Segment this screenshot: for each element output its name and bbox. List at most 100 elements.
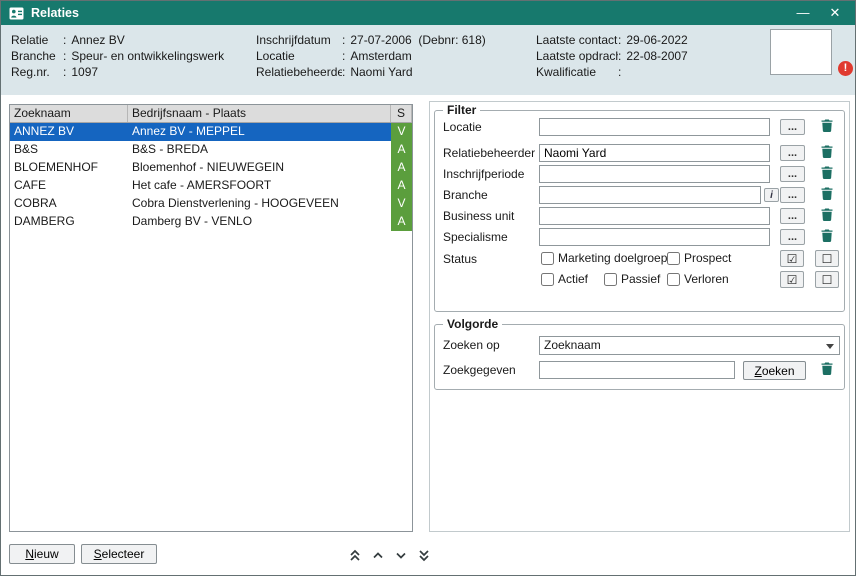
inschrijfperiode-clear-button[interactable] — [816, 166, 838, 182]
filter-row-specialisme: Specialisme ... — [435, 228, 844, 247]
volgorde-group-title: Volgorde — [443, 317, 502, 332]
marketing-doelgroep-option: Marketing doelgroep — [541, 251, 667, 265]
field-label: Laatste contact — [536, 32, 618, 48]
zoekgegeven-clear-button[interactable] — [816, 362, 838, 378]
prospect-option: Prospect — [667, 251, 731, 265]
header-column-middle: Inschrijfdatum:27-07-2006 (Debnr: 618) L… — [256, 32, 486, 80]
inschrijfperiode-lookup-button[interactable]: ... — [780, 166, 805, 182]
table-row[interactable]: DAMBERG Damberg BV - VENLO A — [10, 213, 412, 231]
status-uncheck-all-button[interactable]: ☐ — [815, 250, 839, 267]
verloren-option: Verloren — [667, 272, 729, 286]
field-separator: : — [618, 32, 626, 48]
table-row[interactable]: ANNEZ BV Annez BV - MEPPEL V — [10, 123, 412, 141]
business-unit-lookup-button[interactable]: ... — [780, 208, 805, 224]
specialisme-label: Specialisme — [443, 230, 508, 244]
passief-checkbox[interactable] — [604, 273, 617, 286]
zoeken-button[interactable]: Zoeken — [743, 361, 806, 380]
prospect-checkbox[interactable] — [667, 252, 680, 265]
inschrijfperiode-input[interactable] — [539, 165, 770, 183]
cell-zoeknaam: B&S — [10, 141, 128, 159]
field-label: Relatie — [11, 32, 63, 48]
cell-zoeknaam: CAFE — [10, 177, 128, 195]
branche-label: Branche — [443, 188, 488, 202]
status2-check-all-button[interactable]: ☑ — [780, 271, 804, 288]
close-button[interactable]: ✕ — [825, 1, 845, 25]
specialisme-clear-button[interactable] — [816, 229, 838, 245]
status2-uncheck-all-button[interactable]: ☐ — [815, 271, 839, 288]
table-row[interactable]: B&S B&S - BREDA A — [10, 141, 412, 159]
table-header-row: Zoeknaam Bedrijfsnaam - Plaats S — [10, 105, 412, 123]
col-zoeknaam[interactable]: Zoeknaam — [10, 105, 128, 122]
scroll-down-button[interactable] — [393, 547, 409, 566]
status-badge: A — [391, 141, 412, 159]
field-separator: : — [342, 64, 350, 80]
cell-bedrijfsnaam: Het cafe - AMERSFOORT — [128, 177, 391, 195]
relatiebeheerder-label: Relatiebeheerder — [443, 146, 535, 160]
double-chevron-up-icon — [348, 548, 362, 565]
business-unit-input[interactable] — [539, 207, 770, 225]
col-status[interactable]: S — [391, 105, 412, 122]
trash-icon — [821, 119, 833, 135]
relatiebeheerder-lookup-button[interactable]: ... — [780, 145, 805, 161]
business-unit-clear-button[interactable] — [816, 208, 838, 224]
alert-icon: ! — [838, 61, 853, 76]
locatie-input[interactable] — [539, 118, 770, 136]
marketing-doelgroep-checkbox[interactable] — [541, 252, 554, 265]
cell-zoeknaam: COBRA — [10, 195, 128, 213]
field-value: Naomi Yard — [350, 64, 412, 80]
branche-clear-button[interactable] — [816, 187, 838, 203]
specialisme-input[interactable] — [539, 228, 770, 246]
status-check-all-button[interactable]: ☑ — [780, 250, 804, 267]
header-info: Relatie:Annez BV Branche:Speur- en ontwi… — [1, 25, 855, 95]
filter-row-branche: Branche i ... — [435, 186, 844, 205]
field-label: Relatiebeheerde — [256, 64, 342, 80]
branche-input[interactable] — [539, 186, 761, 204]
passief-label: Passief — [621, 272, 660, 286]
scroll-up-button[interactable] — [370, 547, 386, 566]
minimize-button[interactable]: — — [793, 1, 813, 25]
nieuw-button[interactable]: Nieuw — [9, 544, 75, 564]
field-value: 29-06-2022 — [626, 32, 687, 48]
zoekgegeven-input[interactable] — [539, 361, 735, 379]
chevron-up-icon — [371, 548, 385, 565]
cell-bedrijfsnaam: Damberg BV - VENLO — [128, 213, 391, 231]
filter-panel: Filter Locatie ... Relatiebeheerder ... … — [429, 101, 850, 532]
table-row[interactable]: COBRA Cobra Dienstverlening - HOOGEVEEN … — [10, 195, 412, 213]
field-value: Speur- en ontwikkelingswerk — [71, 48, 224, 64]
actief-checkbox[interactable] — [541, 273, 554, 286]
relations-table: Zoeknaam Bedrijfsnaam - Plaats S ANNEZ B… — [9, 104, 413, 532]
field-value: 22-08-2007 — [626, 48, 687, 64]
filter-row-locatie: Locatie ... — [435, 118, 844, 137]
table-row[interactable]: CAFE Het cafe - AMERSFOORT A — [10, 177, 412, 195]
scroll-to-top-button[interactable] — [347, 547, 363, 566]
relatiebeheerder-clear-button[interactable] — [816, 145, 838, 161]
col-bedrijfsnaam[interactable]: Bedrijfsnaam - Plaats — [128, 105, 391, 122]
trash-icon — [821, 229, 833, 245]
status-badge: A — [391, 177, 412, 195]
field-separator: : — [63, 32, 71, 48]
zoeken-op-value: Zoeknaam — [544, 338, 601, 352]
actief-option: Actief — [541, 272, 588, 286]
business-unit-label: Business unit — [443, 209, 514, 223]
actief-label: Actief — [558, 272, 588, 286]
field-value: 27-07-2006 (Debnr: 618) — [350, 32, 485, 48]
specialisme-lookup-button[interactable]: ... — [780, 229, 805, 245]
branche-info-button[interactable]: i — [764, 188, 779, 202]
scroll-to-bottom-button[interactable] — [416, 547, 432, 566]
locatie-lookup-button[interactable]: ... — [780, 119, 805, 135]
selecteer-button[interactable]: Selecteer — [81, 544, 157, 564]
relatiebeheerder-input[interactable] — [539, 144, 770, 162]
locatie-clear-button[interactable] — [816, 119, 838, 135]
filter-row-relatiebeheerder: Relatiebeheerder ... — [435, 144, 844, 163]
zoeken-op-select[interactable]: Zoeknaam — [539, 336, 840, 355]
trash-icon — [821, 187, 833, 203]
prospect-label: Prospect — [684, 251, 731, 265]
filter-row-status-2: Actief Passief Verloren ☑ ☐ — [435, 271, 844, 290]
verloren-checkbox[interactable] — [667, 273, 680, 286]
branche-lookup-button[interactable]: ... — [780, 187, 805, 203]
cell-bedrijfsnaam: Bloemenhof - NIEUWEGEIN — [128, 159, 391, 177]
field-value: Amsterdam — [350, 48, 411, 64]
trash-icon — [821, 145, 833, 161]
titlebar: Relaties — ✕ — [1, 1, 855, 25]
table-row[interactable]: BLOEMENHOF Bloemenhof - NIEUWEGEIN A — [10, 159, 412, 177]
